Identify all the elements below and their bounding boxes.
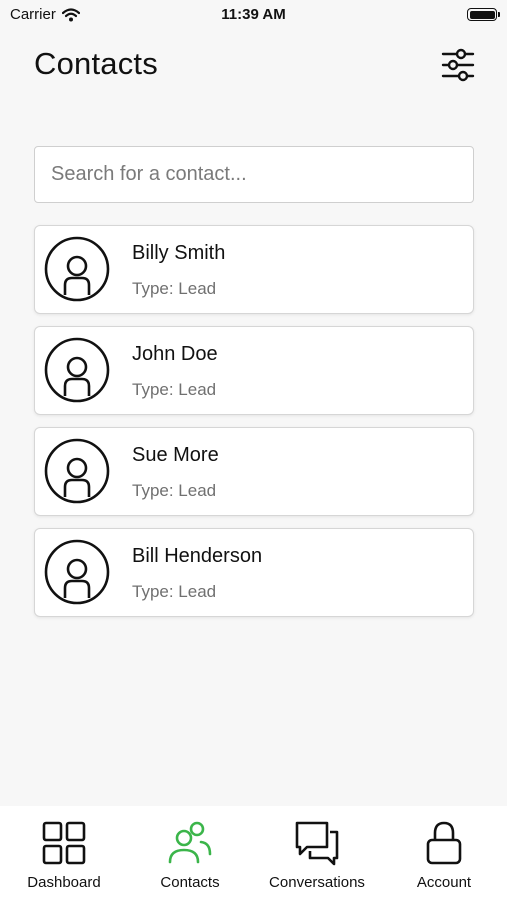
contact-type: Type: Lead bbox=[132, 279, 217, 298]
battery-icon bbox=[467, 8, 500, 21]
tab-bar: Dashboard Contacts Conversations Account bbox=[0, 806, 507, 900]
contact-type: Type: Lead bbox=[132, 380, 217, 399]
chat-bubbles-icon bbox=[295, 821, 339, 866]
contact-card-sue-more[interactable]: Sue More Type: Lead bbox=[34, 427, 474, 516]
sliders-icon bbox=[441, 48, 475, 82]
filter-button[interactable] bbox=[440, 47, 476, 83]
contact-name: Bill Henderson bbox=[132, 545, 263, 567]
status-bar: Carrier 11:39 AM bbox=[0, 0, 507, 30]
contact-name: Billy Smith bbox=[132, 242, 226, 264]
lock-icon bbox=[426, 821, 462, 865]
contact-card-john-doe[interactable]: John Doe Type: Lead bbox=[34, 326, 474, 415]
tab-account[interactable]: Account bbox=[394, 806, 494, 900]
tab-contacts[interactable]: Contacts bbox=[140, 806, 240, 900]
users-icon bbox=[168, 821, 212, 864]
tab-label: Conversations bbox=[269, 874, 365, 891]
tab-conversations[interactable]: Conversations bbox=[258, 806, 376, 900]
tab-label: Dashboard bbox=[27, 874, 101, 891]
tab-label: Contacts bbox=[160, 874, 220, 891]
contact-card-billy-smith[interactable]: Billy Smith Type: Lead bbox=[34, 225, 474, 314]
contact-type: Type: Lead bbox=[132, 582, 217, 601]
contact-type: Type: Lead bbox=[132, 481, 217, 500]
user-avatar-icon bbox=[44, 337, 110, 403]
tab-label: Account bbox=[416, 874, 472, 891]
user-avatar-icon bbox=[44, 438, 110, 504]
page-title: Contacts bbox=[34, 46, 158, 81]
user-avatar-icon bbox=[44, 236, 110, 302]
contact-name: Sue More bbox=[132, 444, 219, 466]
contact-name: John Doe bbox=[132, 343, 218, 365]
user-avatar-icon bbox=[44, 539, 110, 605]
search-input[interactable] bbox=[34, 146, 474, 203]
contact-card-bill-henderson[interactable]: Bill Henderson Type: Lead bbox=[34, 528, 474, 617]
tab-dashboard[interactable]: Dashboard bbox=[14, 806, 114, 900]
status-time: 11:39 AM bbox=[221, 6, 286, 23]
grid-icon bbox=[42, 821, 86, 865]
